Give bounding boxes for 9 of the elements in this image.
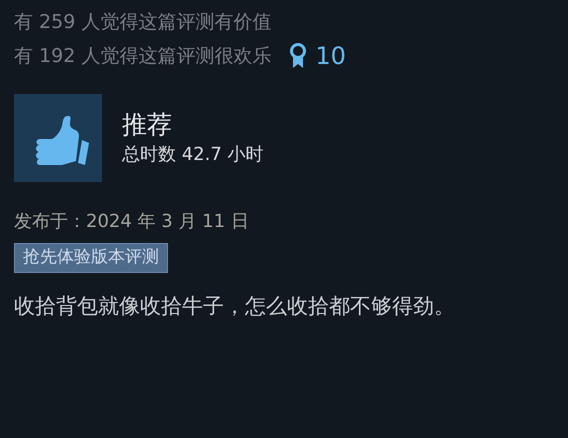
playtime-text: 总时数 42.7 小时: [122, 142, 264, 166]
award-count: 10: [315, 41, 346, 72]
early-access-tag: 抢先体验版本评测: [14, 243, 168, 272]
recommendation-label: 推荐: [122, 108, 173, 140]
review-text: 收拾背包就像收拾牛子，怎么收拾都不够得劲。: [14, 292, 456, 320]
award-ribbon-icon: [289, 43, 308, 69]
posted-date: 发布于：2024 年 3 月 11 日: [14, 210, 250, 234]
vote-count-text: 有 192 人觉得这篇评测很欢乐: [14, 44, 272, 69]
vote-count-text: 有 259 人觉得这篇评测有价值: [14, 10, 272, 35]
